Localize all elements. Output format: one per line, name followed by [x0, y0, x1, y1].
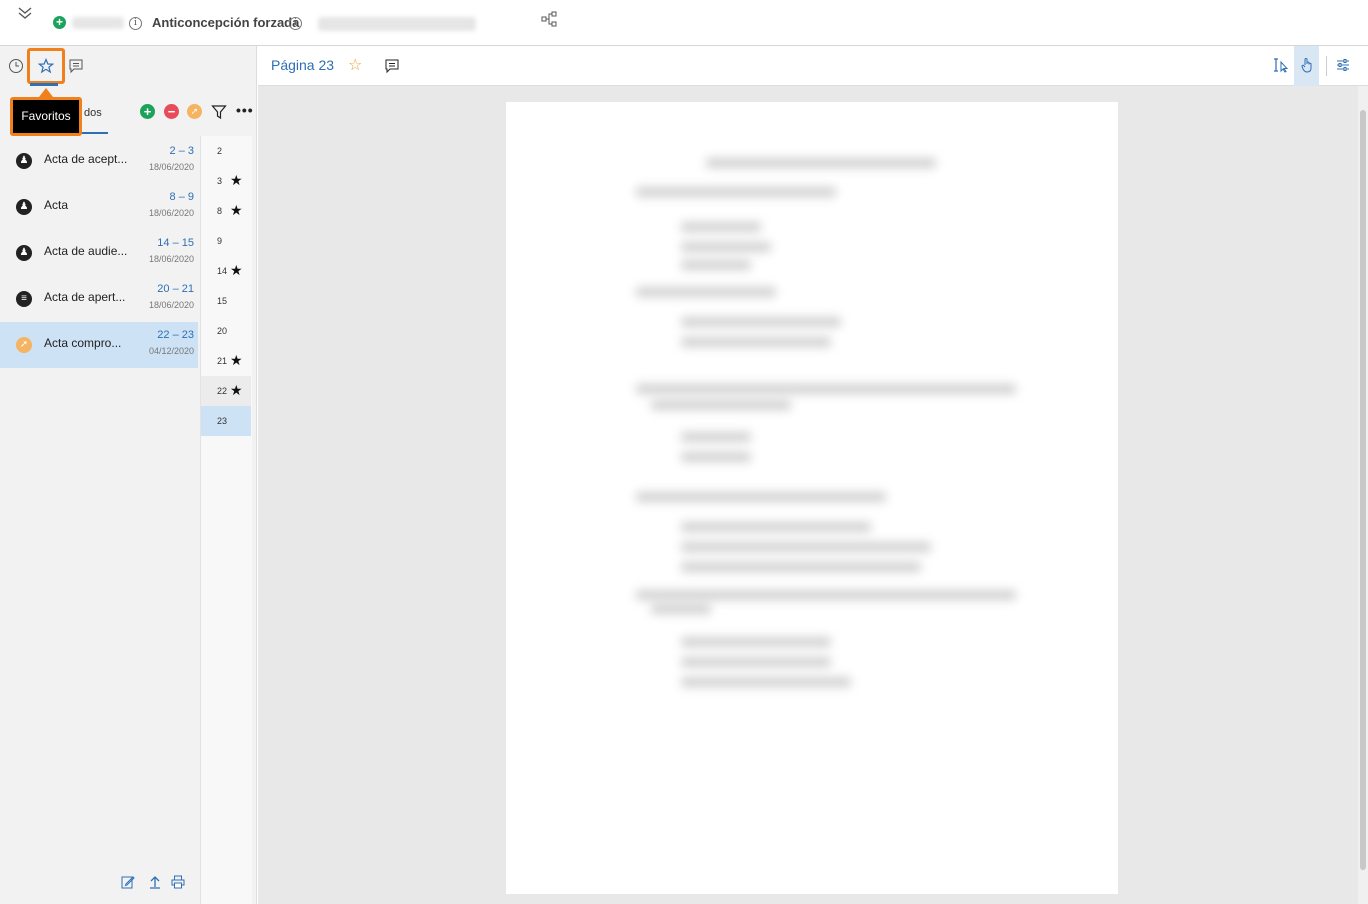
document-date: 18/06/2020 [148, 300, 194, 310]
page-number: 14 [217, 266, 228, 276]
settings-sliders-icon[interactable] [1335, 57, 1351, 73]
star-filled-icon[interactable]: ★ [230, 382, 243, 399]
page-item[interactable]: 20 [201, 316, 251, 346]
document-date: 04/12/2020 [148, 346, 194, 356]
stamp-icon: ♟ [16, 153, 32, 169]
page-number: 3 [217, 176, 223, 186]
page-item[interactable]: 8 ★ [201, 196, 251, 226]
hand-pointer-icon[interactable] [1299, 57, 1315, 73]
list-item[interactable]: ➚ Acta compro... 22 – 23 04/12/2020 [0, 322, 198, 368]
scrollbar-thumb[interactable] [1360, 110, 1366, 870]
history-clock-icon[interactable] [8, 58, 24, 74]
document-name: Acta de audie... [44, 244, 128, 258]
document-list: ♟ Acta de acept... 2 – 3 18/06/2020 ♟ Ac… [0, 138, 198, 368]
more-options-icon[interactable]: ••• [236, 102, 254, 118]
upload-icon[interactable] [148, 875, 162, 889]
edit-icon[interactable] [121, 875, 135, 889]
page-item[interactable]: 9 [201, 226, 251, 256]
list-item[interactable]: ♟ Acta 8 – 9 18/06/2020 [0, 184, 198, 230]
page-item[interactable]: 3 ★ [201, 166, 251, 196]
page-thumbnail-list: 2 3 ★ 8 ★ 9 14 ★ 15 20 21 ★ 22 ★ 23 [200, 136, 252, 904]
print-icon[interactable] [171, 875, 185, 889]
documents-tab-label[interactable]: dos [84, 107, 102, 119]
page-item[interactable]: 22 ★ [201, 376, 251, 406]
page-item[interactable]: 23 [201, 406, 251, 436]
list-item[interactable]: ♟ Acta de audie... 14 – 15 18/06/2020 [0, 230, 198, 276]
page-range: 2 – 3 [169, 145, 194, 157]
page-range: 22 – 23 [157, 329, 194, 341]
document-name: Acta compro... [44, 336, 122, 350]
page-number: 2 [217, 146, 223, 156]
add-button[interactable]: + [140, 104, 155, 119]
left-sidebar: Favoritos dos + − ➚ ••• ♟ Acta de acept.… [0, 46, 257, 904]
top-bar: + i Anticoncepción forzada i [0, 0, 1368, 46]
page-number: 21 [217, 356, 228, 366]
vertical-scrollbar[interactable] [1358, 86, 1368, 904]
page-item[interactable]: 21 ★ [201, 346, 251, 376]
comment-icon[interactable] [384, 58, 400, 74]
page-item[interactable]: 14 ★ [201, 256, 251, 286]
favorites-tooltip: Favoritos [10, 97, 82, 136]
star-filled-icon[interactable]: ★ [230, 172, 243, 189]
document-viewer[interactable] [258, 86, 1358, 904]
star-filled-icon[interactable]: ★ [230, 352, 243, 369]
stamp-icon: ♟ [16, 245, 32, 261]
document-name: Acta [44, 198, 69, 212]
viewer-toolbar: Página 23 ☆ [258, 46, 1368, 86]
active-tab-indicator [30, 83, 58, 86]
document-page[interactable] [506, 102, 1118, 894]
info-icon[interactable]: i [129, 17, 142, 30]
info-icon[interactable]: i [289, 17, 302, 30]
redacted-case-id [72, 17, 124, 29]
pin-button[interactable]: ➚ [187, 104, 202, 119]
star-outline-icon[interactable]: ☆ [348, 55, 362, 75]
list-item[interactable]: ≡ Acta de apert... 20 – 21 18/06/2020 [0, 276, 198, 322]
filter-icon[interactable] [211, 104, 227, 120]
page-number: 23 [217, 416, 228, 426]
page-range: 14 – 15 [157, 237, 194, 249]
pin-icon: ➚ [16, 337, 32, 353]
stamp-icon: ♟ [16, 199, 32, 215]
document-name: Acta de apert... [44, 290, 126, 304]
document-date: 18/06/2020 [148, 254, 194, 264]
hierarchy-tree-icon[interactable] [541, 11, 557, 27]
document-name: Acta de acept... [44, 152, 128, 166]
star-filled-icon[interactable]: ★ [230, 262, 243, 279]
list-item[interactable]: ♟ Acta de acept... 2 – 3 18/06/2020 [0, 138, 198, 184]
add-circle-icon[interactable]: + [53, 16, 66, 29]
page-item[interactable]: 2 [201, 136, 251, 166]
sidebar-tabs [0, 46, 257, 86]
page-range: 20 – 21 [157, 283, 194, 295]
case-title: Anticoncepción forzada [152, 15, 300, 30]
redacted-case-details [318, 17, 476, 31]
text-select-cursor-icon[interactable] [1273, 57, 1289, 73]
page-number: 20 [217, 326, 228, 336]
toolbar-divider [1326, 56, 1327, 76]
star-filled-icon[interactable]: ★ [230, 202, 243, 219]
page-number: 9 [217, 236, 223, 246]
page-item[interactable]: 15 [201, 286, 251, 316]
document-icon: ≡ [16, 291, 32, 307]
document-date: 18/06/2020 [148, 208, 194, 218]
document-date: 18/06/2020 [148, 162, 194, 172]
star-icon[interactable] [37, 57, 55, 74]
page-number: 15 [217, 296, 228, 306]
tooltip-arrow [39, 88, 53, 97]
collapse-chevrons-icon[interactable] [17, 6, 33, 22]
page-range: 8 – 9 [169, 191, 194, 203]
page-number: 8 [217, 206, 223, 216]
comment-icon[interactable] [68, 58, 84, 74]
page-number: 22 [217, 386, 228, 396]
remove-button[interactable]: − [164, 104, 179, 119]
page-title: Página 23 [271, 57, 335, 73]
